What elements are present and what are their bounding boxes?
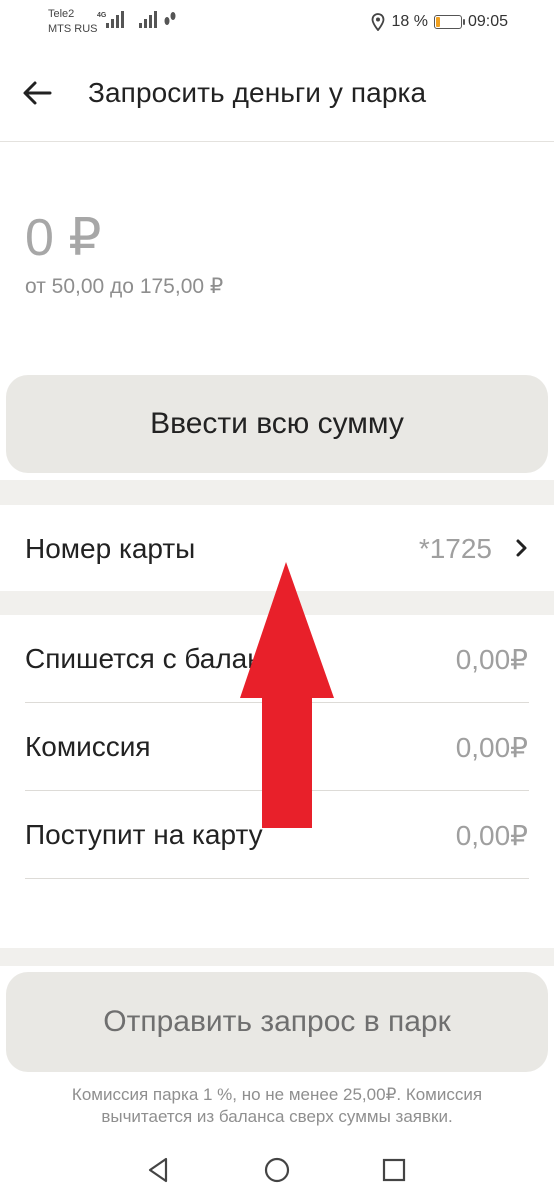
signal-icon (106, 11, 124, 28)
battery-level (435, 17, 440, 27)
carrier-2: MTS RUS (48, 23, 98, 35)
chevron-right-icon (516, 539, 527, 557)
card-number-value: *1725 (418, 533, 492, 564)
commission-value: 0,00₽ (455, 732, 528, 763)
system-nav-bar (0, 1140, 554, 1200)
send-request-button[interactable]: Отправить запрос в парк (6, 972, 548, 1072)
carrier-1: Tele2 (48, 8, 75, 20)
receive-value: 0,00₽ (455, 820, 528, 851)
red-arrow-up-icon (240, 562, 334, 828)
signal-icon (139, 11, 157, 28)
section-separator (0, 480, 554, 505)
commission-label: Комиссия (25, 731, 151, 762)
debit-value: 0,00₽ (455, 644, 528, 675)
page-title: Запросить деньги у парка (88, 77, 427, 108)
amount-value[interactable]: 0 ₽ (25, 210, 101, 266)
card-number-label: Номер карты (25, 533, 196, 564)
square-recents-icon[interactable] (378, 1154, 410, 1186)
location-icon (372, 13, 385, 31)
status-bar: Tele2 MTS RUS 4G 18 % 09:05 (0, 0, 554, 44)
receive-label: Поступит на карту (25, 819, 263, 850)
steps-icon (164, 12, 176, 25)
screen: Tele2 MTS RUS 4G 18 % 09:05 Запросить де… (0, 0, 554, 1200)
enter-full-amount-button[interactable]: Ввести всю сумму (6, 375, 548, 473)
commission-note: Комиссия парка 1 %, но не менее 25,00₽. … (71, 1085, 483, 1126)
divider (25, 878, 529, 879)
section-separator (0, 948, 554, 966)
circle-home-icon[interactable] (261, 1154, 293, 1186)
battery-percent: 18 % (391, 13, 428, 30)
header: Запросить деньги у парка (0, 44, 554, 142)
arrow-left-icon[interactable] (20, 76, 54, 110)
status-right: 18 % 09:05 (371, 12, 508, 32)
clock: 09:05 (467, 13, 508, 30)
triangle-back-icon[interactable] (142, 1154, 174, 1186)
battery-icon (433, 15, 465, 29)
arrow-shape (240, 562, 334, 828)
amount-range: от 50,00 до 175,00 ₽ (25, 275, 224, 298)
